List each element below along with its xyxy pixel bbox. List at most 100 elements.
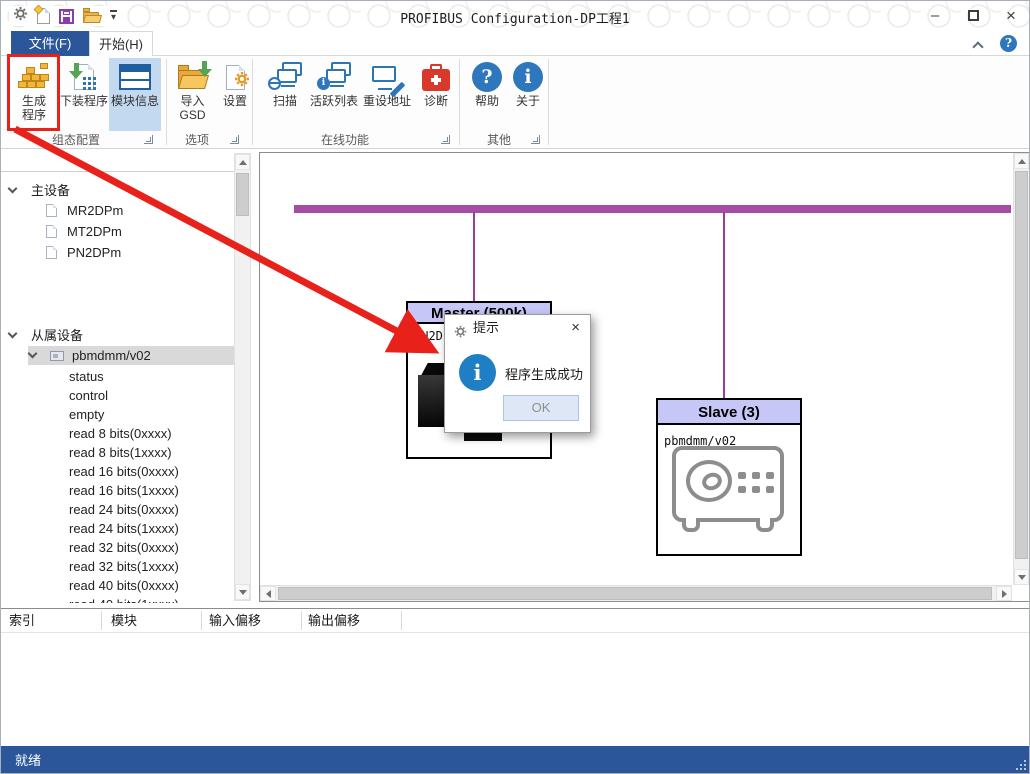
column-separator bbox=[201, 611, 202, 630]
dialog-message: 程序生成成功 bbox=[505, 364, 583, 383]
active-list-button[interactable]: i 活跃列表 bbox=[309, 58, 359, 131]
tree-item-module[interactable]: read 40 bits(1xxxx) bbox=[69, 595, 179, 603]
resize-grip[interactable] bbox=[1015, 759, 1027, 771]
tree-item-module[interactable]: read 8 bits(1xxxx) bbox=[69, 443, 172, 462]
device-doc-icon bbox=[46, 204, 57, 217]
group-label-options: 选项 bbox=[166, 132, 228, 148]
about-icon: i bbox=[513, 60, 543, 94]
bus-drop-line bbox=[473, 212, 475, 301]
dialog-title: 提示 bbox=[473, 320, 499, 335]
help-button[interactable]: ? 帮助 bbox=[467, 58, 507, 131]
tree-item-module[interactable]: empty bbox=[69, 405, 104, 424]
settings-icon bbox=[226, 60, 245, 94]
group-launcher-options-icon[interactable] bbox=[230, 135, 239, 144]
tree-scrollbar[interactable] bbox=[234, 153, 251, 601]
help-icon: ? bbox=[472, 60, 502, 94]
status-text: 就绪 bbox=[15, 746, 41, 774]
ribbon-tab-row: 文件(F) 开始(H) ? bbox=[1, 31, 1029, 56]
tree-item-module[interactable]: read 32 bits(0xxxx) bbox=[69, 538, 179, 557]
canvas-hscrollbar[interactable] bbox=[260, 585, 1012, 601]
group-label-online: 在线功能 bbox=[252, 132, 438, 148]
module-table: 索引 模块 输入偏移 输出偏移 bbox=[1, 608, 1030, 746]
scroll-down-icon bbox=[1014, 569, 1029, 585]
diagnosis-icon bbox=[422, 60, 450, 94]
projector-icon bbox=[672, 446, 784, 522]
device-doc-icon bbox=[46, 246, 57, 259]
network-canvas[interactable]: Master (500k) PN2DPm Slave (3) pbmdmm/v0… bbox=[259, 152, 1030, 602]
download-program-button[interactable]: 下装程序 bbox=[60, 58, 108, 131]
table-header-rule bbox=[1, 632, 1030, 633]
window-title: PROFIBUS Configuration-DP工程1 bbox=[1, 8, 1029, 27]
profibus-bus-line bbox=[294, 205, 1011, 213]
tree-item-module[interactable]: read 40 bits(0xxxx) bbox=[69, 576, 179, 595]
help-circle-icon[interactable]: ? bbox=[1000, 35, 1017, 52]
reset-address-button[interactable]: 重设地址 bbox=[361, 58, 413, 131]
column-header-index[interactable]: 索引 bbox=[9, 609, 35, 632]
import-gsd-icon bbox=[178, 60, 208, 94]
tree-item-module[interactable]: read 16 bits(1xxxx) bbox=[69, 481, 179, 500]
settings-button[interactable]: 设置 bbox=[217, 58, 253, 131]
group-label-other: 其他 bbox=[459, 132, 539, 148]
group-launcher-config-icon[interactable] bbox=[144, 135, 153, 144]
scroll-up-icon bbox=[1014, 153, 1029, 169]
tree-item-module[interactable]: read 8 bits(0xxxx) bbox=[69, 424, 172, 443]
scan-icon bbox=[268, 60, 302, 94]
tree-item-module[interactable]: control bbox=[69, 386, 108, 405]
app-window: ▾ PROFIBUS Configuration-DP工程1 – × 文件(F)… bbox=[0, 0, 1030, 774]
scroll-left-icon bbox=[260, 586, 276, 601]
device-doc-icon bbox=[46, 225, 57, 238]
info-icon: i bbox=[459, 354, 496, 391]
slave-node-title: Slave (3) bbox=[658, 400, 800, 425]
scroll-right-icon bbox=[996, 586, 1012, 601]
tab-file[interactable]: 文件(F) bbox=[11, 31, 89, 56]
tree-item-module[interactable]: read 24 bits(1xxxx) bbox=[69, 519, 179, 538]
slave-device-icon bbox=[50, 351, 64, 361]
maximize-button[interactable] bbox=[965, 5, 981, 27]
import-gsd-button[interactable]: 导入 GSD bbox=[170, 58, 215, 131]
collapse-ribbon-icon[interactable] bbox=[974, 40, 983, 49]
tab-home[interactable]: 开始(H) bbox=[89, 31, 153, 56]
close-button[interactable]: × bbox=[1003, 6, 1019, 26]
slave-node[interactable]: Slave (3) pbmdmm/v02 bbox=[656, 398, 802, 556]
message-dialog: 提示 × i 程序生成成功 OK bbox=[444, 314, 591, 433]
ok-button[interactable]: OK bbox=[503, 395, 579, 421]
tree-item-module[interactable]: status bbox=[69, 367, 104, 386]
bus-drop-line bbox=[723, 212, 725, 398]
group-launcher-other-icon[interactable] bbox=[531, 135, 540, 144]
module-info-button[interactable]: 模块信息 bbox=[109, 58, 161, 131]
tree-divider bbox=[1, 171, 234, 172]
group-label-config: 组态配置 bbox=[6, 132, 146, 148]
download-program-icon bbox=[74, 60, 94, 94]
about-button[interactable]: i 关于 bbox=[509, 58, 547, 131]
dialog-title-bar: 提示 × bbox=[445, 315, 590, 341]
canvas-vscrollbar-thumb bbox=[1015, 171, 1028, 559]
reset-address-icon bbox=[370, 60, 404, 94]
module-info-icon bbox=[119, 60, 151, 94]
tree-item-module[interactable]: read 32 bits(1xxxx) bbox=[69, 557, 179, 576]
diagnosis-button[interactable]: 诊断 bbox=[415, 58, 457, 131]
tree-item-module[interactable]: read 16 bits(0xxxx) bbox=[69, 462, 179, 481]
scan-button[interactable]: 扫描 bbox=[263, 58, 307, 131]
dialog-gear-icon bbox=[454, 321, 467, 347]
group-separator bbox=[548, 59, 549, 145]
minimize-button[interactable]: – bbox=[927, 6, 943, 26]
scroll-up-icon bbox=[235, 154, 250, 170]
group-launcher-online-icon[interactable] bbox=[441, 135, 450, 144]
status-bar: 就绪 bbox=[1, 746, 1030, 774]
canvas-vscrollbar[interactable] bbox=[1013, 153, 1029, 585]
tree-scrollbar-thumb bbox=[236, 173, 249, 216]
window-controls: – × bbox=[927, 5, 1019, 27]
annotation-highlight-box bbox=[7, 54, 60, 131]
column-header-output-offset[interactable]: 输出偏移 bbox=[308, 609, 360, 632]
chevron-down-icon bbox=[8, 329, 18, 339]
column-separator bbox=[101, 611, 102, 630]
tree-item-module[interactable]: read 24 bits(0xxxx) bbox=[69, 500, 179, 519]
scroll-down-icon bbox=[235, 584, 250, 600]
dialog-close-icon[interactable]: × bbox=[571, 315, 580, 341]
column-separator bbox=[401, 611, 402, 630]
column-separator bbox=[301, 611, 302, 630]
column-header-module[interactable]: 模块 bbox=[111, 609, 137, 632]
device-tree: 主设备 MR2DPm MT2DPm PN2DPm 从属设备 pbmdmm/v02… bbox=[1, 152, 234, 603]
column-header-input-offset[interactable]: 输入偏移 bbox=[209, 609, 261, 632]
active-list-icon: i bbox=[317, 60, 351, 94]
